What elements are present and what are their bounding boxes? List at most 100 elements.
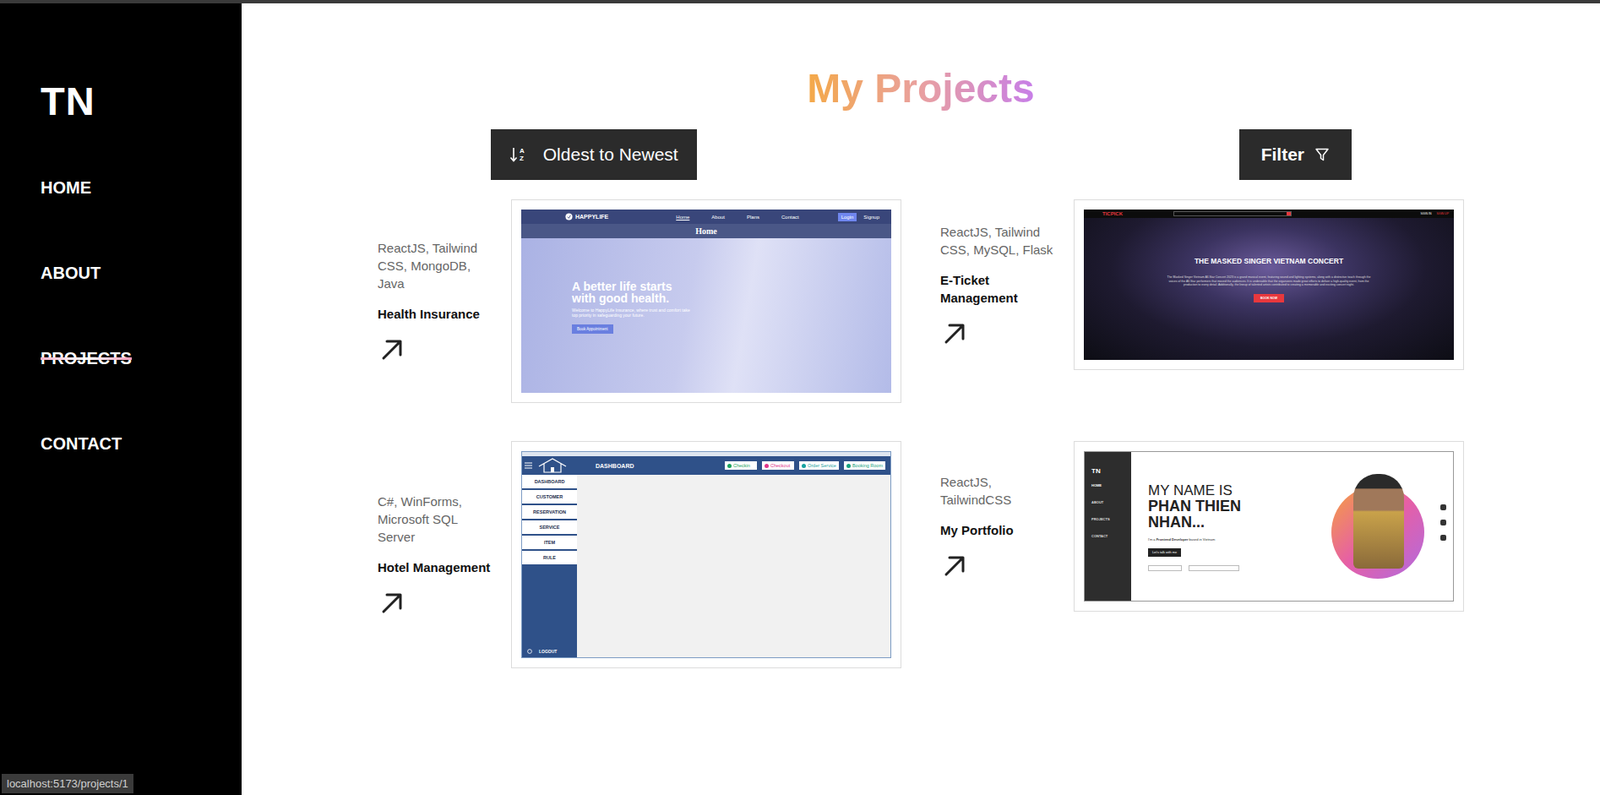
preview-menu-item: CUSTOMER	[522, 489, 577, 506]
project-tech: ReactJS, Tailwind CSS, MongoDB, Java	[377, 239, 496, 293]
menu-icon	[524, 462, 533, 469]
project-item: C#, WinForms, Microsoft SQL Server Hotel …	[377, 440, 902, 669]
action-icon	[846, 463, 851, 469]
preview-name: PHAN THIEN NHAN...	[1148, 498, 1267, 531]
health-preview: HAPPYLIFEHomeAboutPlansContactLoginSignu…	[521, 209, 892, 393]
sort-letters: AZ	[519, 146, 525, 163]
sort-button[interactable]: AZ Oldest to Newest	[490, 129, 697, 180]
project-name: Health Insurance	[377, 304, 496, 323]
preview-menu-item: RULE	[522, 550, 577, 566]
project-preview-card[interactable]: HAPPYLIFEHomeAboutPlansContactLoginSignu…	[511, 199, 902, 403]
projects-container: AZ Oldest to Newest Filter ReactJS, Tailwin…	[377, 113, 1464, 669]
preview-text: The Masked Singer Vietnam All-Star Conce…	[1163, 275, 1375, 288]
preview-menu-item: SERVICE	[522, 520, 577, 536]
preview-body: DASHBOARDCUSTOMERRESERVATIONSERVICEITEMR…	[522, 474, 891, 658]
preview-signup: Signup	[863, 214, 880, 220]
page-title: My Projects	[806, 64, 1035, 114]
arrow-up-right-icon[interactable]	[377, 587, 407, 617]
project-preview-card[interactable]: TNHOMEABOUTPROJECTSCONTACTMY NAME ISPHAN…	[1073, 440, 1464, 612]
preview-brand: TICPICK	[1102, 211, 1123, 217]
funnel-icon	[1314, 146, 1330, 163]
preview-socials	[1440, 504, 1447, 541]
project-item: ReactJS, TailwindCSS My Portfolio TN HOME AB…	[940, 440, 1464, 612]
preview-logo: TN	[1091, 467, 1132, 475]
projects-main: My Projects AZ Oldest to Newest Filter React…	[241, 3, 1600, 795]
preview-actions: CheckinCheckoutOrder ServiceBooking Room	[724, 461, 891, 470]
arrow-up-right-icon[interactable]	[940, 318, 969, 348]
brand-text: HAPPYLIFE	[575, 213, 609, 220]
preview-action: Booking Room	[843, 461, 886, 470]
preview-nav-item: Plans	[746, 214, 760, 220]
preview-hero: MY NAME ISPHAN THIEN NHAN...I'm a Fronte…	[1131, 451, 1454, 601]
preview-button: Let's talk with me	[1148, 548, 1181, 557]
preview-button: Book Appointment	[571, 324, 614, 334]
sidebar-item[interactable]: HOME	[40, 176, 92, 199]
preview-menu-item: RESERVATION	[522, 505, 577, 521]
sidebar-item[interactable]: CONTACT	[40, 432, 122, 455]
preview-header: DASHBOARDCheckinCheckoutOrder ServiceBoo…	[522, 456, 891, 475]
arrow-up-right-icon[interactable]	[940, 550, 969, 580]
preview-menu-item: DASHBOARD	[522, 474, 577, 490]
project-tech: ReactJS, TailwindCSS	[940, 473, 1059, 509]
sidebar-nav: HOME ABOUT PROJECTS CONTACT	[40, 176, 242, 455]
filter-button[interactable]: Filter	[1239, 129, 1352, 180]
preview-text: Welcome to HappyLife Insurance, where tr…	[571, 307, 691, 318]
intro-suffix: based in Vietnam	[1187, 537, 1215, 542]
preview-auth: Login Signup	[838, 212, 880, 222]
house-icon	[537, 457, 568, 474]
project-name: My Portfolio	[940, 521, 1059, 539]
sidebar: TN HOME ABOUT PROJECTS CONTACT	[0, 3, 242, 795]
shield-icon	[565, 212, 573, 221]
sidebar-item[interactable]: ABOUT	[40, 261, 101, 284]
preview-login: Login	[838, 212, 858, 222]
sort-icon: AZ	[509, 146, 525, 164]
preview-action: Checkin	[724, 461, 757, 470]
project-tech: C#, WinForms, Microsoft SQL Server	[377, 492, 496, 546]
preview-header: HAPPYLIFEHomeAboutPlansContactLoginSignu…	[521, 209, 892, 224]
arrow-down-icon	[509, 146, 518, 164]
project-info: C#, WinForms, Microsoft SQL Server Hotel …	[377, 492, 496, 617]
ticket-preview: TICPICKSIGN INSIGN UPTHE MASKED SINGER V…	[1083, 209, 1454, 360]
intro-prefix: I'm a	[1148, 537, 1157, 542]
preview-search	[1173, 211, 1292, 217]
preview-header: TICPICK SIGN INSIGN UP	[1083, 209, 1454, 218]
preview-hero: THE MASKED SINGER VIETNAM CONCERT The Mas…	[1083, 217, 1454, 360]
preview-link: SIGN UP	[1436, 212, 1449, 216]
project-item: ReactJS, Tailwind CSS, MongoDB, Java Heal…	[377, 199, 902, 403]
preview-nav-item: Home	[675, 214, 690, 220]
logo[interactable]: TN	[40, 81, 242, 121]
sort-label: Oldest to Newest	[543, 144, 679, 165]
preview-sidebar: TNHOMEABOUTPROJECTSCONTACT	[1084, 451, 1132, 601]
preview-nav-item: ABOUT	[1091, 500, 1132, 505]
arrow-up-right-icon[interactable]	[377, 334, 407, 364]
preview-nav-item: Contact	[781, 214, 800, 220]
preview-button: BOOK NOW	[1253, 293, 1285, 303]
action-icon	[801, 463, 806, 469]
contact-pill	[1188, 565, 1240, 572]
action-label: Checkin	[733, 462, 751, 469]
github-icon	[1440, 504, 1447, 511]
toolbar: AZ Oldest to Newest Filter	[377, 129, 1464, 180]
search-icon	[1286, 212, 1291, 216]
logout-icon	[527, 648, 533, 654]
project-tech: ReactJS, Tailwind CSS, MySQL, Flask	[940, 223, 1059, 259]
contact-pill	[1148, 565, 1182, 572]
preview-nav-item: HOME	[1091, 483, 1132, 488]
preview-menu-item: ITEM	[522, 535, 577, 551]
sidebar-item[interactable]: PROJECTS	[40, 347, 132, 370]
preview-banner: Home	[521, 223, 892, 239]
preview-headline: THE MASKED SINGER VIETNAM CONCERT	[1194, 256, 1344, 266]
preview-brand: HAPPYLIFE	[565, 212, 609, 221]
preview-links: SIGN INSIGN UP	[1420, 212, 1449, 216]
linkedin-icon	[1440, 519, 1447, 526]
desktop-preview: DASHBOARD CheckinCheckoutOrder ServiceBoo…	[521, 451, 892, 659]
preview-headline: A better life starts with good health.	[571, 280, 699, 305]
projects-grid: ReactJS, Tailwind CSS, MongoDB, Java Heal…	[377, 199, 1464, 669]
preview-menu: DASHBOARDCUSTOMERRESERVATIONSERVICEITEMR…	[522, 474, 577, 658]
project-preview-card[interactable]: TICPICKSIGN INSIGN UPTHE MASKED SINGER V…	[1073, 199, 1464, 371]
preview-header-left	[522, 457, 577, 474]
project-preview-card[interactable]: DASHBOARD CheckinCheckoutOrder ServiceBoo…	[511, 440, 902, 669]
project-name: Hotel Management	[377, 558, 496, 577]
preview-nav-item: CONTACT	[1091, 533, 1132, 539]
preview-hero: A better life starts with good health. We…	[521, 238, 892, 393]
